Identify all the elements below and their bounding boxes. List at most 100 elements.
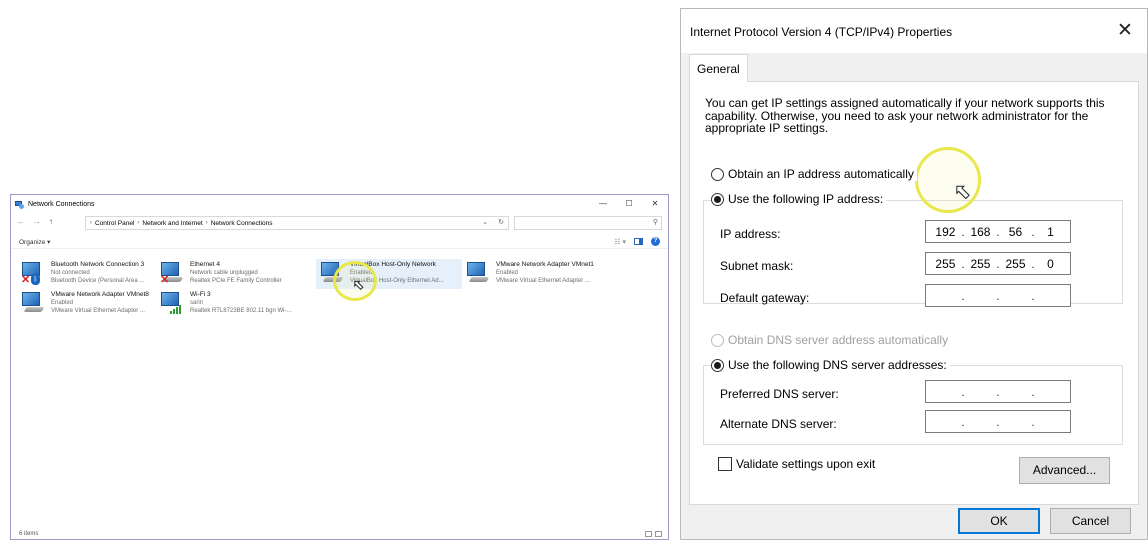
connection-name: Ethernet 4 <box>190 261 220 268</box>
subnet-mask-field[interactable]: 255. 255. 255. 0 <box>925 252 1071 275</box>
use-following-dns-radio[interactable]: Use the following DNS server addresses: <box>711 358 950 372</box>
ip-octet: 0 <box>1047 256 1054 271</box>
ok-button[interactable]: OK <box>958 508 1040 534</box>
preferred-dns-field[interactable]: . . . <box>925 380 1071 403</box>
list-item-text: VMware Network Adapter VMnet1 Enabled VMwa… <box>496 261 608 285</box>
nc-toolbar: Organize ▾ ☷ ▾ ? <box>11 235 668 249</box>
list-item-text: Wi-Fi 3 sarin Realtek RTL8723BE 802.11 bgn… <box>190 291 302 315</box>
obtain-dns-automatically-radio[interactable]: Obtain DNS server address automatically <box>711 333 952 347</box>
connection-status: sarin <box>190 300 204 306</box>
use-following-ip-radio[interactable]: Use the following IP address: <box>711 192 887 206</box>
obtain-ip-automatically-radio[interactable]: Obtain an IP address automatically <box>711 167 917 181</box>
ethernet-adapter-icon <box>466 262 492 286</box>
nc-window-title: Network Connections <box>28 200 95 208</box>
ip-octet: 255 <box>1005 256 1026 271</box>
subnet-mask-label: Subnet mask: <box>720 259 794 273</box>
change-view-icon[interactable]: ☷ ▾ <box>614 238 626 246</box>
validate-settings-checkbox[interactable]: Validate settings upon exit <box>718 457 875 471</box>
ipv4-properties-dialog: Internet Protocol Version 4 (TCP/IPv4) P… <box>680 8 1148 540</box>
connection-device: Realtek RTL8723BE 802.11 bgn Wi-... <box>190 308 292 314</box>
ip-octet: 192 <box>935 224 956 239</box>
default-gateway-field[interactable]: . . . <box>925 284 1071 307</box>
connection-status: Not connected <box>51 270 90 276</box>
connection-status: Enabled <box>51 300 74 306</box>
list-item-text: Bluetooth Network Connection 3 Not connec… <box>51 261 163 285</box>
close-button[interactable]: ✕ <box>642 195 668 213</box>
dns-server-group <box>703 365 1123 445</box>
dialog-close-button[interactable]: ✕ <box>1113 19 1137 43</box>
alternate-dns-field[interactable]: . . . <box>925 410 1071 433</box>
radio-button[interactable] <box>711 333 724 347</box>
preview-pane-icon[interactable] <box>634 238 643 245</box>
preferred-dns-label: Preferred DNS server: <box>720 387 839 401</box>
breadcrumb-separator: › <box>205 220 208 226</box>
refresh-icon[interactable]: ↻ <box>498 218 504 226</box>
default-gateway-label: Default gateway: <box>720 291 810 305</box>
maximize-button[interactable]: ☐ <box>616 195 642 213</box>
connection-device: VMware Virtual Ethernet Adapter ... <box>51 308 145 314</box>
connection-name: Bluetooth Network Connection 3 <box>51 261 145 268</box>
network-connections-icon <box>15 200 24 209</box>
tab-general[interactable]: General <box>689 54 748 82</box>
back-button[interactable]: ← <box>17 217 25 226</box>
list-item[interactable]: Wi-Fi 3 sarin Realtek RTL8723BE 802.11 bgn… <box>156 289 302 319</box>
ip-address-label: IP address: <box>720 227 781 241</box>
advanced-button[interactable]: Advanced... <box>1019 457 1110 484</box>
wifi-adapter-icon <box>160 292 186 316</box>
address-dropdown-icon[interactable]: ⌄ <box>482 218 488 226</box>
list-item-text: VMware Network Adapter VMnet8 Enabled VMwa… <box>51 291 163 315</box>
view-toggle-buttons <box>645 531 662 537</box>
breadcrumb-separator: › <box>137 220 140 226</box>
list-item[interactable]: VMware Network Adapter VMnet1 Enabled VMwa… <box>462 259 608 289</box>
obtain-dns-automatically-label: Obtain DNS server address automatically <box>728 333 949 347</box>
cancel-button[interactable]: Cancel <box>1050 508 1131 534</box>
network-connections-window: Network Connections — ☐ ✕ ← → ↑ › Contro… <box>10 194 669 540</box>
nav-buttons: ← → ↑ <box>17 217 53 226</box>
breadcrumb-network-connections[interactable]: Network Connections <box>211 220 273 227</box>
organize-menu[interactable]: Organize ▾ <box>19 238 50 246</box>
use-following-dns-label: Use the following DNS server addresses: <box>728 358 947 372</box>
up-button[interactable]: ↑ <box>49 217 53 226</box>
obtain-ip-automatically-label: Obtain an IP address automatically <box>728 167 914 181</box>
ip-octet: 255 <box>935 256 956 271</box>
large-icons-view-icon[interactable] <box>655 531 662 537</box>
connection-device: Bluetooth Device (Personal Area ... <box>51 278 145 284</box>
list-item[interactable]: ᛒ ✕ Bluetooth Network Connection 3 Not conn… <box>17 259 163 289</box>
radio-button[interactable] <box>711 358 724 372</box>
list-item[interactable]: ✕ Ethernet 4 Network cable unplugged Realte… <box>156 259 302 289</box>
forward-button[interactable]: → <box>33 217 41 226</box>
ip-octet: 56 <box>1008 224 1023 239</box>
ethernet-adapter-icon: ✕ <box>160 262 186 286</box>
ip-octet: 168 <box>970 224 991 239</box>
ipv4-titlebar: Internet Protocol Version 4 (TCP/IPv4) P… <box>681 9 1147 53</box>
search-icon: ⚲ <box>652 219 658 226</box>
alternate-dns-label: Alternate DNS server: <box>720 417 837 431</box>
details-view-icon[interactable] <box>645 531 652 537</box>
search-input[interactable]: ⚲ <box>514 216 662 230</box>
connection-name: Wi-Fi 3 <box>190 291 211 298</box>
connection-name: VMware Network Adapter VMnet1 <box>496 261 594 268</box>
nc-window-controls: — ☐ ✕ <box>590 195 668 213</box>
ip-octet: 1 <box>1047 224 1054 239</box>
status-bar-count: 6 items <box>19 531 39 537</box>
connection-status: Network cable unplugged <box>190 270 258 276</box>
nc-titlebar: Network Connections — ☐ ✕ <box>11 195 668 213</box>
breadcrumb-network-and-internet[interactable]: Network and Internet <box>142 220 202 227</box>
connection-device: VMware Virtual Ethernet Adapter ... <box>496 278 590 284</box>
breadcrumb-control-panel[interactable]: Control Panel <box>95 220 134 227</box>
help-icon[interactable]: ? <box>651 237 660 246</box>
ip-address-field[interactable]: 192. 168. 56. 1 <box>925 220 1071 243</box>
click-highlight <box>915 147 981 213</box>
dialog-title: Internet Protocol Version 4 (TCP/IPv4) P… <box>690 25 953 39</box>
minimize-button[interactable]: — <box>590 195 616 213</box>
connection-device: Realtek PCIe FE Family Controller <box>190 278 282 284</box>
list-item[interactable]: VMware Network Adapter VMnet8 Enabled VMwa… <box>17 289 163 319</box>
mouse-cursor-icon: ⬉ <box>353 277 365 293</box>
bluetooth-adapter-icon: ᛒ ✕ <box>21 262 47 286</box>
radio-button[interactable] <box>711 167 724 181</box>
checkbox[interactable] <box>718 457 732 471</box>
use-following-ip-label: Use the following IP address: <box>728 192 884 206</box>
address-bar[interactable]: › Control Panel › Network and Internet ›… <box>85 216 509 230</box>
radio-button[interactable] <box>711 192 724 206</box>
general-tab-panel: You can get IP settings assigned automat… <box>689 81 1139 505</box>
